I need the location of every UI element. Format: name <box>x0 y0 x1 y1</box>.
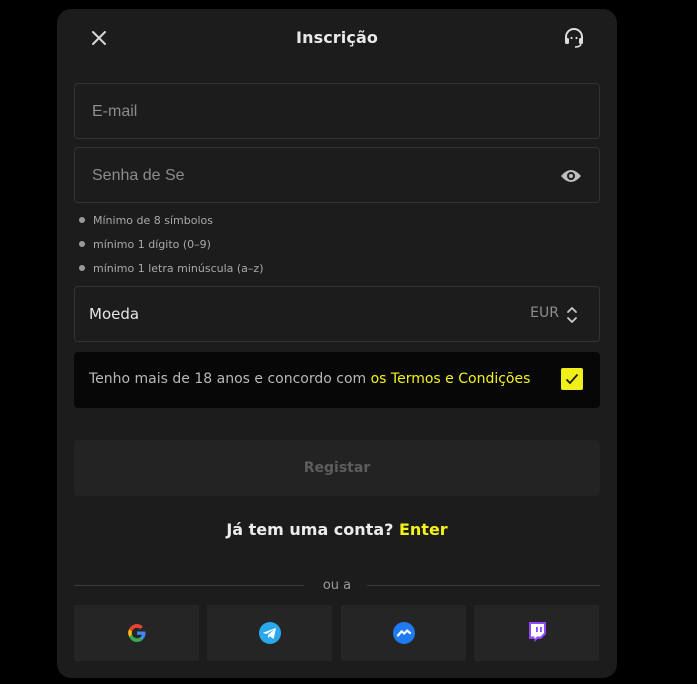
google-icon <box>127 624 145 642</box>
modal-header: Inscrição <box>57 9 617 66</box>
password-rule: mínimo 1 dígito (0–9) <box>78 236 478 260</box>
register-button[interactable]: Registar <box>74 440 600 496</box>
password-rules: Mínimo de 8 símbolos mínimo 1 dígito (0–… <box>78 212 478 284</box>
rule-text: mínimo 1 letra minúscula (a–z) <box>93 262 264 275</box>
login-prompt: Já tem uma conta? Enter <box>57 520 617 539</box>
terms-statement: Tenho mais de 18 anos e concordo com <box>89 371 371 387</box>
social-login-row <box>74 605 600 661</box>
terms-checkbox[interactable] <box>561 368 583 390</box>
currency-select[interactable]: Moeda EUR <box>74 286 600 342</box>
rule-text: Mínimo de 8 símbolos <box>93 214 213 227</box>
bullet-icon <box>79 265 85 271</box>
enter-link[interactable]: Enter <box>399 520 448 539</box>
chevron-up-down-icon <box>567 307 577 323</box>
support-button[interactable] <box>561 25 587 51</box>
page-title: Inscrição <box>296 28 378 47</box>
password-field-container <box>74 147 600 204</box>
terms-text: Tenho mais de 18 anos e concordo com os … <box>89 371 530 387</box>
password-input[interactable] <box>90 148 534 204</box>
email-input[interactable] <box>90 84 534 140</box>
show-password-button[interactable] <box>559 164 583 188</box>
bullet-icon <box>79 217 85 223</box>
currency-value: EUR <box>530 305 559 321</box>
bullet-icon <box>79 241 85 247</box>
login-prompt-text: Já tem uma conta? <box>226 520 399 539</box>
telegram-icon <box>258 622 281 644</box>
terms-link[interactable]: os Termos e Condições <box>371 371 531 387</box>
password-rule: Mínimo de 8 símbolos <box>78 212 478 236</box>
messenger-icon <box>392 622 415 644</box>
email-field-container <box>74 83 600 140</box>
terms-box: Tenho mais de 18 anos e concordo com os … <box>74 352 600 408</box>
divider: ou a <box>74 578 600 594</box>
rule-text: mínimo 1 dígito (0–9) <box>93 238 211 251</box>
signup-modal: Inscrição Mínimo de 8 <box>57 9 617 678</box>
eye-icon <box>561 170 581 182</box>
currency-label: Moeda <box>89 305 140 323</box>
headset-icon <box>565 28 583 48</box>
password-rule: mínimo 1 letra minúscula (a–z) <box>78 260 478 284</box>
checkmark-icon <box>565 373 579 385</box>
twitch-icon <box>528 622 546 642</box>
twitch-login-button[interactable] <box>474 605 599 661</box>
messenger-login-button[interactable] <box>341 605 466 661</box>
google-login-button[interactable] <box>74 605 199 661</box>
telegram-login-button[interactable] <box>207 605 332 661</box>
divider-line-right <box>367 585 600 586</box>
